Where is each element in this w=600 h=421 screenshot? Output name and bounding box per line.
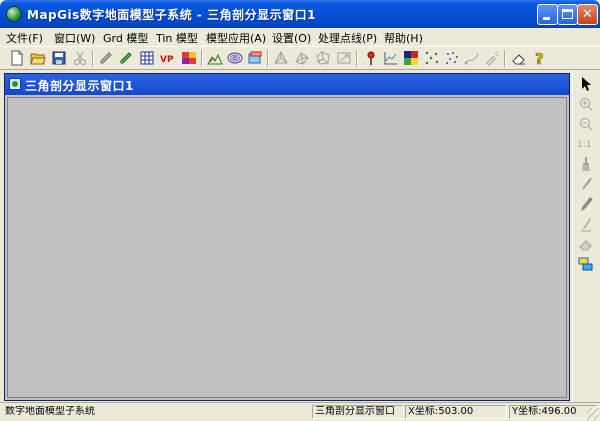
eraser-icon[interactable] — [511, 50, 527, 66]
help-icon-text: ? — [535, 50, 544, 66]
main-toolbar: VP ? — [0, 46, 600, 70]
menu-settings[interactable]: 设置(O) — [272, 30, 311, 46]
menu-model-app[interactable]: 模型应用(A) — [206, 30, 266, 46]
tin-icon[interactable] — [273, 50, 289, 66]
toolbar-separator — [267, 50, 269, 67]
status-x-coordinate: X坐标:503.00 — [405, 405, 507, 419]
color-map-icon[interactable] — [403, 50, 419, 66]
close-button[interactable]: ✕ — [577, 4, 598, 25]
toolbar-separator — [92, 50, 94, 67]
app-globe-icon[interactable] — [6, 6, 22, 22]
toolbar-separator — [504, 50, 506, 67]
terrain-icon[interactable] — [207, 50, 223, 66]
select-arrow-icon[interactable] — [578, 76, 594, 92]
minimize-icon — [543, 17, 550, 20]
menu-help[interactable]: 帮助(H) — [384, 30, 423, 46]
right-tool-panel: 1:1 — [572, 70, 600, 402]
status-message: 数字地面模型子系统 — [5, 406, 95, 417]
save-icon[interactable] — [51, 50, 67, 66]
minimize-button[interactable] — [537, 4, 558, 25]
help-icon[interactable]: ? — [532, 50, 548, 66]
spray-icon[interactable] — [484, 50, 500, 66]
status-window-name: 三角剖分显示窗口 — [312, 405, 404, 419]
open-folder-icon[interactable] — [30, 50, 46, 66]
pen-icon[interactable] — [578, 196, 594, 212]
grid-icon[interactable] — [139, 50, 155, 66]
menu-tin-model[interactable]: Tin 模型 — [156, 30, 198, 46]
child-title-bar[interactable]: 三角剖分显示窗口1 — [5, 74, 569, 95]
y-label: Y坐标: — [512, 406, 542, 417]
thin-pen-icon[interactable] — [578, 216, 594, 232]
eraser-icon[interactable] — [578, 236, 594, 252]
child-window-icon[interactable] — [9, 78, 21, 90]
toolbar-separator — [356, 50, 358, 67]
maximize-icon — [562, 9, 573, 19]
brush-icon[interactable] — [578, 156, 594, 172]
menu-process-points[interactable]: 处理点线(P) — [318, 30, 377, 46]
pencil-green-icon[interactable] — [118, 50, 134, 66]
status-y-coordinate: Y坐标:496.00 — [509, 405, 598, 419]
triangulation-window[interactable]: 三角剖分显示窗口1 — [4, 73, 570, 401]
scatter-icon[interactable] — [444, 50, 460, 66]
points-icon[interactable] — [424, 50, 440, 66]
close-icon: ✕ — [582, 7, 593, 22]
contour-icon[interactable] — [227, 50, 243, 66]
child-window-title: 三角剖分显示窗口1 — [25, 79, 134, 93]
pencil-icon[interactable] — [578, 176, 594, 192]
resize-grip[interactable] — [587, 408, 599, 420]
color-blocks-icon[interactable] — [181, 50, 197, 66]
cut-icon[interactable] — [72, 50, 88, 66]
vp-icon[interactable]: VP — [160, 50, 176, 66]
zoom-out-icon[interactable] — [578, 116, 594, 132]
arrow-icon[interactable] — [336, 50, 352, 66]
maximize-button[interactable] — [557, 4, 578, 25]
probe-icon[interactable] — [363, 50, 379, 66]
x-value: 503.00 — [438, 406, 474, 417]
menu-grd-model[interactable]: Grd 模型 — [103, 30, 148, 46]
toolbar-separator — [201, 50, 203, 67]
curve-icon[interactable] — [464, 50, 480, 66]
menu-bar: 文件(F) 窗口(W) Grd 模型 Tin 模型 模型应用(A) 设置(O) … — [0, 28, 600, 46]
profile-chart-icon[interactable] — [383, 50, 399, 66]
new-file-icon[interactable] — [9, 50, 25, 66]
vp-icon-text: VP — [160, 55, 174, 65]
title-bar[interactable]: MapGis数字地面模型子系统 - 三角剖分显示窗口1 ✕ — [0, 0, 600, 28]
zoom-in-icon[interactable] — [578, 96, 594, 112]
actual-size-icon[interactable]: 1:1 — [577, 140, 591, 150]
layer-icon[interactable] — [247, 50, 263, 66]
layers-icon[interactable] — [578, 256, 594, 272]
network-icon[interactable] — [294, 50, 310, 66]
voronoi-icon[interactable] — [315, 50, 331, 66]
menu-file[interactable]: 文件(F) — [6, 30, 43, 46]
status-bar: 数字地面模型子系统 三角剖分显示窗口 X坐标:503.00 Y坐标:496.00 — [0, 402, 600, 421]
window-title: MapGis数字地面模型子系统 - 三角剖分显示窗口1 — [27, 8, 316, 22]
y-value: 496.00 — [541, 406, 577, 417]
display-canvas[interactable] — [7, 97, 567, 398]
pencil-gray-icon[interactable] — [98, 50, 114, 66]
menu-window[interactable]: 窗口(W) — [54, 30, 95, 46]
x-label: X坐标: — [408, 406, 439, 417]
